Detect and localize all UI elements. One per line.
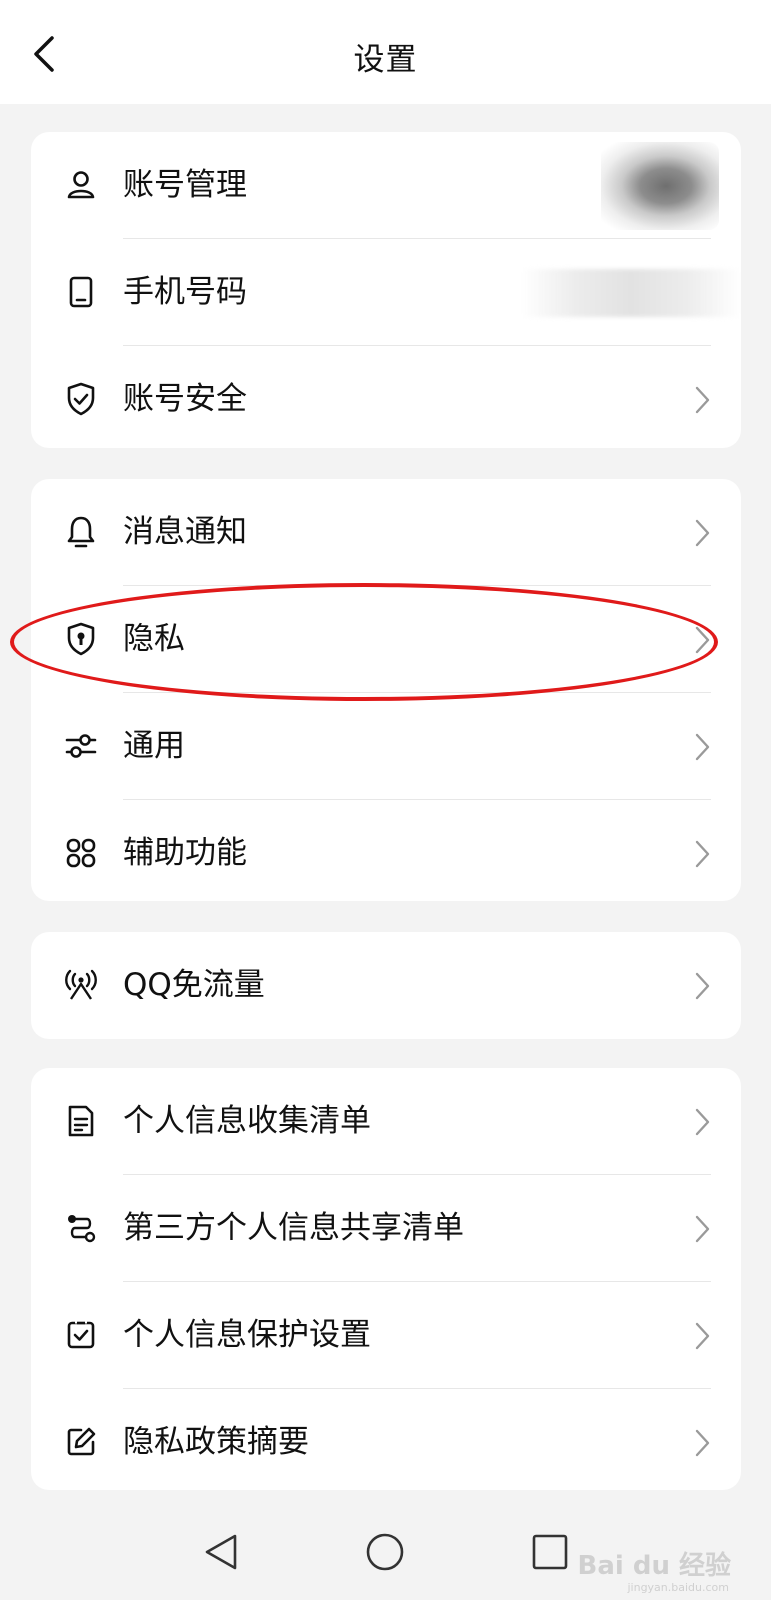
nav-home-button[interactable] [360,1527,410,1577]
settings-item-label: 账号安全 [123,381,247,417]
account-group: 账号管理 手机号码 账号安全 [31,132,741,448]
settings-item-info-collection-list[interactable]: 个人信息收集清单 [31,1068,741,1175]
chevron-right-icon [695,1215,710,1243]
watermark-logo: Bai du 经验 [577,1551,732,1581]
settings-item-account-security[interactable]: 账号安全 [31,346,741,448]
chevron-right-icon [695,519,710,547]
bell-icon [63,514,99,550]
settings-item-label: 通用 [123,728,185,764]
edit-icon [63,1424,99,1460]
document-icon [63,1103,99,1139]
user-icon [63,167,99,203]
data-group: QQ免流量 [31,932,741,1039]
shield-check-icon [63,381,99,417]
chevron-right-icon [695,840,710,868]
square-recents-icon [532,1534,568,1570]
settings-item-general[interactable]: 通用 [31,693,741,800]
settings-item-label: 消息通知 [123,514,247,550]
chevron-right-icon [695,972,710,1000]
nav-recents-button[interactable] [525,1527,575,1577]
share-flow-icon [63,1210,99,1246]
settings-item-third-party-sharing-list[interactable]: 第三方个人信息共享清单 [31,1175,741,1282]
settings-item-phone-number[interactable]: 手机号码 [31,239,741,346]
chevron-right-icon [695,733,710,761]
settings-item-label: 账号管理 [123,167,247,203]
settings-item-privacy-policy-summary[interactable]: 隐私政策摘要 [31,1389,741,1490]
settings-item-notifications[interactable]: 消息通知 [31,479,741,586]
chevron-right-icon [695,1322,710,1350]
signal-tower-icon [63,967,99,1003]
personal-info-group: 个人信息收集清单 第三方个人信息共享清单 个人信息保护设置 隐私政策摘要 [31,1068,741,1490]
settings-item-info-protection-settings[interactable]: 个人信息保护设置 [31,1282,741,1389]
nav-back-button[interactable] [196,1527,246,1577]
checkbox-icon [63,1317,99,1353]
settings-item-label: QQ免流量 [123,967,265,1003]
circle-home-icon [366,1533,404,1571]
chevron-right-icon [695,386,710,414]
top-bar: 设置 [0,0,771,104]
phone-number-value [521,269,741,317]
settings-item-label: 手机号码 [123,274,247,310]
settings-item-label: 个人信息保护设置 [123,1317,371,1353]
settings-item-label: 第三方个人信息共享清单 [123,1210,464,1246]
settings-item-accessibility[interactable]: 辅助功能 [31,800,741,901]
phone-icon [63,274,99,310]
settings-item-label: 隐私政策摘要 [123,1424,309,1460]
privacy-highlight-ellipse [10,583,718,701]
chevron-right-icon [695,1108,710,1136]
settings-item-label: 个人信息收集清单 [123,1103,371,1139]
settings-item-qq-free-data[interactable]: QQ免流量 [31,932,741,1039]
chevron-right-icon [695,1429,710,1457]
command-icon [63,835,99,871]
avatar[interactable] [601,142,719,230]
system-nav-bar: Bai du 经验 jingyan.baidu.com [0,1505,771,1600]
settings-item-account-management[interactable]: 账号管理 [31,132,741,239]
triangle-back-icon [205,1534,237,1570]
settings-item-label: 辅助功能 [123,835,247,871]
page-title: 设置 [353,42,418,78]
watermark-url: jingyan.baidu.com [627,1581,729,1594]
sliders-icon [63,728,99,764]
